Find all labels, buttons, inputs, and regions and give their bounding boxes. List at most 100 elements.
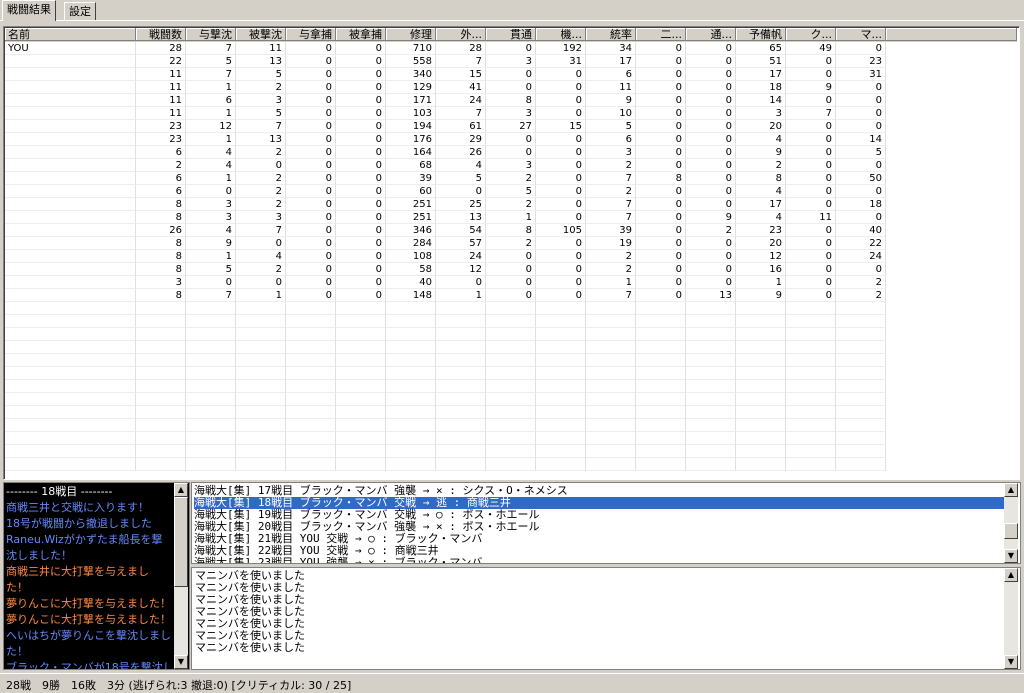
stat-cell: 340 — [386, 68, 436, 81]
column-header[interactable]: 貫通 — [486, 28, 536, 41]
table-row[interactable]: 8 7 1 0 0 148 1 0 0 7 0 13 9 0 2 — [5, 289, 1017, 302]
stat-cell: 0 — [336, 237, 386, 250]
table-row[interactable]: 26 4 7 0 0 346 54 8 105 39 0 2 23 0 40 — [5, 224, 1017, 237]
stat-cell: 0 — [636, 133, 686, 146]
scroll-down-icon[interactable]: ▼ — [1004, 655, 1018, 669]
stat-cell: 5 — [236, 68, 286, 81]
log-scrollbar[interactable]: ▲ ▼ — [174, 483, 188, 669]
scroll-down-icon[interactable]: ▼ — [174, 655, 188, 669]
tab-bar: 戦闘結果 設定 — [0, 0, 1024, 22]
stat-cell: 0 — [636, 42, 686, 55]
column-header[interactable]: ク... — [786, 28, 836, 41]
log-line: へいはちが夢りんこを撃沈しまし — [6, 629, 171, 642]
column-header[interactable]: 通... — [686, 28, 736, 41]
table-row[interactable]: YOU 28 7 11 0 0 710 28 0 192 34 0 0 65 49 0 — [5, 42, 1017, 55]
stat-cell: 0 — [486, 81, 536, 94]
table-row[interactable]: 6 0 2 0 0 60 0 5 0 2 0 0 4 0 0 — [5, 185, 1017, 198]
table-row[interactable]: 23 12 7 0 0 194 61 27 15 5 0 0 20 0 0 — [5, 120, 1017, 133]
stat-cell: 0 — [336, 68, 386, 81]
stat-cell: 2 — [586, 263, 636, 276]
stat-cell — [186, 341, 236, 354]
column-header[interactable]: 与拿捕 — [286, 28, 336, 41]
stat-cell: 40 — [836, 224, 886, 237]
table-row[interactable]: 8 5 2 0 0 58 12 0 0 2 0 0 16 0 0 — [5, 263, 1017, 276]
battle-log-text: -------- 18戦目 -------- 商戦三井と交戦に入ります！ 18号が戦… — [6, 484, 174, 669]
table-row[interactable]: 8 3 3 0 0 251 13 1 0 7 0 9 4 11 0 — [5, 211, 1017, 224]
table-row[interactable]: 8 9 0 0 0 284 57 2 0 19 0 0 20 0 22 — [5, 237, 1017, 250]
results-table[interactable]: 名前 戦闘数 与撃沈 被撃沈 与拿捕 被拿捕 修理 外... 貫通 機... 統率 二... 通... 予… — [3, 26, 1020, 480]
table-row[interactable]: 6 4 2 0 0 164 26 0 0 3 0 0 9 0 5 — [5, 146, 1017, 159]
tab-battle-results[interactable]: 戦闘結果 — [2, 0, 56, 21]
stat-cell: 0 — [286, 81, 336, 94]
column-header[interactable]: 機... — [536, 28, 586, 41]
column-header[interactable]: 修理 — [386, 28, 436, 41]
stat-cell: 8 — [736, 172, 786, 185]
scroll-thumb[interactable] — [1004, 523, 1018, 539]
scroll-down-icon[interactable]: ▼ — [1004, 549, 1018, 563]
column-header[interactable]: 与撃沈 — [186, 28, 236, 41]
table-row[interactable]: 11 1 2 0 0 129 41 0 0 11 0 0 18 9 0 — [5, 81, 1017, 94]
table-row[interactable]: 11 6 3 0 0 171 24 8 0 9 0 0 14 0 0 — [5, 94, 1017, 107]
stat-cell — [236, 458, 286, 471]
table-row[interactable]: 6 1 2 0 0 39 5 2 0 7 8 0 8 0 50 — [5, 172, 1017, 185]
table-row[interactable]: 22 5 13 0 0 558 7 3 31 17 0 0 51 0 23 — [5, 55, 1017, 68]
column-header[interactable]: 外... — [436, 28, 486, 41]
stat-cell — [236, 354, 286, 367]
stat-cell — [286, 432, 336, 445]
stat-cell: 0 — [536, 237, 586, 250]
stat-cell — [636, 458, 686, 471]
column-header[interactable]: 統率 — [586, 28, 636, 41]
scroll-up-icon[interactable]: ▲ — [1004, 568, 1018, 582]
stat-cell: 0 — [336, 146, 386, 159]
battle-log-pane[interactable]: -------- 18戦目 -------- 商戦三井と交戦に入ります！ 18号が戦… — [3, 482, 190, 670]
stat-cell: 22 — [136, 55, 186, 68]
stat-cell: 0 — [536, 211, 586, 224]
stat-cell: 0 — [636, 146, 686, 159]
log-line: 商戦三井に大打撃を与えまし — [6, 565, 149, 578]
stat-cell — [486, 328, 536, 341]
tab-settings[interactable]: 設定 — [64, 2, 96, 21]
table-row[interactable]: 23 1 13 0 0 176 29 0 0 6 0 0 4 0 14 — [5, 133, 1017, 146]
column-header[interactable]: 被拿捕 — [336, 28, 386, 41]
table-row[interactable]: 8 3 2 0 0 251 25 2 0 7 0 0 17 0 18 — [5, 198, 1017, 211]
stat-cell: 0 — [686, 55, 736, 68]
empty-row — [5, 458, 1017, 471]
scroll-thumb[interactable] — [174, 497, 188, 587]
stat-cell: 8 — [136, 289, 186, 302]
stat-cell — [586, 393, 636, 406]
stat-cell — [436, 406, 486, 419]
column-header[interactable]: 予備帆 — [736, 28, 786, 41]
stat-cell: 0 — [686, 159, 736, 172]
stat-cell: 0 — [336, 81, 386, 94]
message-scrollbar[interactable]: ▲ ▼ — [1004, 568, 1018, 669]
stat-cell — [186, 419, 236, 432]
battle-list[interactable]: 海戦大[集] 17戦目 ブラック・マンバ 強襲 → × : シクス・O・ネメシス… — [191, 482, 1021, 564]
scroll-up-icon[interactable]: ▲ — [1004, 483, 1018, 497]
stat-cell: 2 — [686, 224, 736, 237]
table-row[interactable]: 2 4 0 0 0 68 4 3 0 2 0 0 2 0 0 — [5, 159, 1017, 172]
stat-cell — [336, 328, 386, 341]
player-name-cell — [5, 94, 136, 107]
table-row[interactable]: 11 1 5 0 0 103 7 3 0 10 0 0 3 7 0 — [5, 107, 1017, 120]
column-header[interactable]: 二... — [636, 28, 686, 41]
player-name-cell — [5, 393, 136, 406]
column-header[interactable]: 戦闘数 — [136, 28, 186, 41]
stat-cell — [536, 367, 586, 380]
stat-cell: 3 — [486, 159, 536, 172]
status-text: 28戦 9勝 16敗 3分 (逃げられ:3 撤退:0) [クリティカル: 30 … — [6, 679, 352, 692]
table-row[interactable]: 8 1 4 0 0 108 24 0 0 2 0 0 12 0 24 — [5, 250, 1017, 263]
table-row[interactable]: 3 0 0 0 0 40 0 0 0 1 0 0 1 0 2 — [5, 276, 1017, 289]
battle-list-scrollbar[interactable]: ▲ ▼ — [1004, 483, 1018, 563]
battle-list-item[interactable]: 海戦大[集] 23戦目 YOU 強襲 → × : ブラック・マンバ — [194, 557, 1004, 564]
column-header[interactable]: マ... — [836, 28, 886, 41]
stat-cell — [786, 393, 836, 406]
scroll-up-icon[interactable]: ▲ — [174, 483, 188, 497]
table-row[interactable]: 11 7 5 0 0 340 15 0 0 6 0 0 17 0 31 — [5, 68, 1017, 81]
message-pane[interactable]: マニンバを使いました マニンバを使いました マニンバを使いました マニンバを使いました… — [191, 567, 1021, 670]
stat-cell: 24 — [836, 250, 886, 263]
column-header[interactable]: 被撃沈 — [236, 28, 286, 41]
stat-cell: 0 — [336, 55, 386, 68]
column-header[interactable]: 名前 — [5, 28, 136, 41]
stat-cell — [686, 393, 736, 406]
stat-cell — [736, 393, 786, 406]
